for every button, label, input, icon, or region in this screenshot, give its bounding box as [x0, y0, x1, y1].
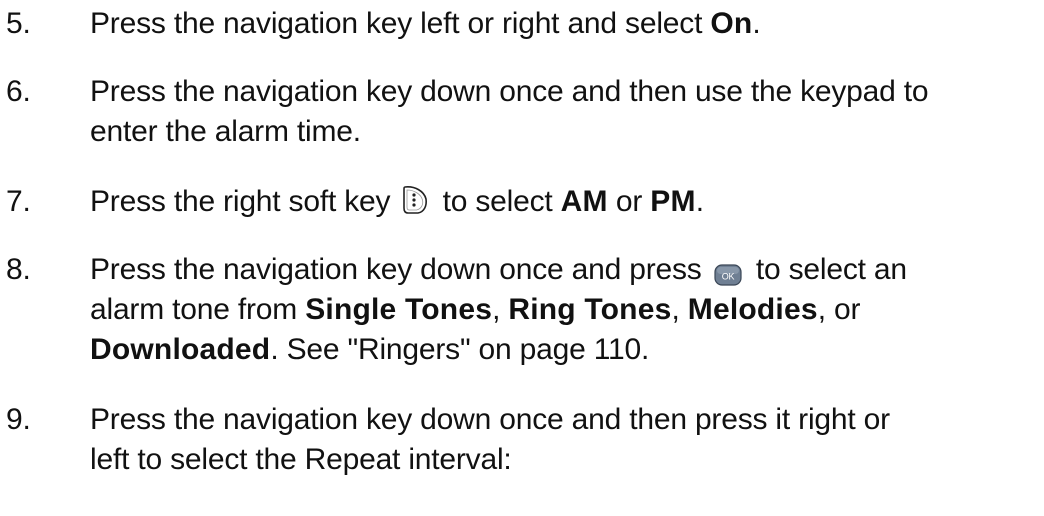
step-text-line: Press the navigation key down once and t… — [90, 403, 890, 436]
option-single-tones: Single Tones — [305, 293, 493, 326]
option-on: On — [710, 7, 753, 40]
step-text-part: . See "Ringers" on page 110. — [270, 333, 650, 366]
option-melodies: Melodies — [687, 293, 818, 326]
step-text-part: to select an — [747, 253, 907, 286]
step-text-part: . — [752, 7, 761, 40]
step-text: Press the right soft key to select AM or… — [90, 182, 1030, 222]
option-ring-tones: Ring Tones — [508, 293, 672, 326]
option-am: AM — [560, 185, 608, 218]
step-number: 9. — [6, 403, 31, 436]
step-text-part: . — [695, 185, 704, 218]
step-text: Press the navigation key down once and t… — [90, 72, 1030, 152]
step-text-line: Press the navigation key down once and p… — [90, 250, 1030, 290]
step-text: Press the navigation key down once and p… — [90, 250, 1030, 370]
step-text-line: enter the alarm time. — [90, 115, 361, 148]
step-text-part: Press the navigation key left or right a… — [90, 7, 711, 40]
step-text: Press the navigation key down once and t… — [90, 400, 1030, 480]
option-downloaded: Downloaded — [90, 333, 271, 366]
ok-key-label: OK — [721, 272, 734, 282]
ok-key-icon: OK — [714, 257, 742, 286]
step-number: 5. — [6, 7, 31, 40]
option-pm: PM — [650, 185, 696, 218]
step-text-part: , — [671, 293, 688, 326]
step-text-line: Press the navigation key down once and t… — [90, 75, 929, 108]
step-text-part: Press the navigation key down once and p… — [90, 253, 710, 286]
right-soft-key-icon — [402, 185, 428, 215]
step-text-line: alarm tone from Single Tones, Ring Tones… — [90, 290, 1030, 330]
step-text-part: , — [492, 293, 509, 326]
step-number: 8. — [6, 253, 31, 286]
step-text-part: or — [607, 185, 651, 218]
step-text-part: to select — [434, 185, 561, 218]
step-text-line: Downloaded. See "Ringers" on page 110. — [90, 330, 1030, 370]
step-number: 7. — [6, 185, 31, 218]
step-text-part: , or — [817, 293, 861, 326]
step-text-part: alarm tone from — [90, 293, 306, 326]
step-text: Press the navigation key left or right a… — [90, 4, 1030, 44]
step-number: 6. — [6, 75, 31, 108]
step-text-line: left to select the Repeat interval: — [90, 443, 512, 476]
step-text-part: Press the right soft key — [90, 185, 399, 218]
